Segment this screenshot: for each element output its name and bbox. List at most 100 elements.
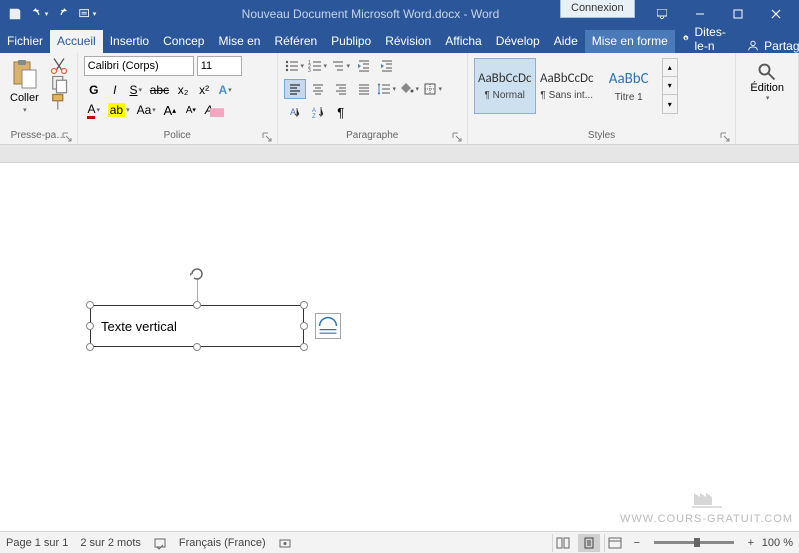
zoom-out-button[interactable]: − xyxy=(630,537,644,549)
font-color-button[interactable]: A▾ xyxy=(84,100,104,120)
subscript-button[interactable]: x₂ xyxy=(173,80,193,100)
resize-handle-br[interactable] xyxy=(300,343,308,351)
document-area[interactable]: Texte vertical xyxy=(0,163,799,531)
zoom-slider[interactable] xyxy=(654,541,734,544)
ribbon-tabs: Fichier Accueil Insertio Concep Mise en … xyxy=(0,28,799,53)
textbox-shape[interactable]: Texte vertical xyxy=(90,305,304,347)
tell-me-search[interactable]: Dites-le-n xyxy=(675,25,736,53)
paragraph-launcher[interactable] xyxy=(452,129,464,141)
justify-button[interactable] xyxy=(353,79,375,99)
increase-indent-button[interactable] xyxy=(376,56,398,76)
align-center-button[interactable] xyxy=(307,79,329,99)
decrease-indent-button[interactable] xyxy=(353,56,375,76)
view-print-icon[interactable] xyxy=(578,534,600,552)
format-painter-icon[interactable] xyxy=(49,94,69,110)
sort-button[interactable]: AZ xyxy=(307,102,329,122)
tab-developpeur[interactable]: Dévelop xyxy=(489,30,547,53)
shading-button[interactable]: ▾ xyxy=(399,79,421,99)
save-icon[interactable] xyxy=(4,3,26,25)
spellcheck-icon[interactable] xyxy=(153,536,167,550)
font-name-input[interactable] xyxy=(84,56,194,76)
status-words[interactable]: 2 sur 2 mots xyxy=(80,537,141,549)
resize-handle-tm[interactable] xyxy=(193,301,201,309)
resize-handle-tl[interactable] xyxy=(86,301,94,309)
zoom-level[interactable]: 100 % xyxy=(762,537,793,549)
italic-button[interactable]: I xyxy=(105,80,125,100)
font-size-input[interactable] xyxy=(197,56,242,76)
bold-button[interactable]: G xyxy=(84,80,104,100)
qat-customize-icon[interactable]: ▾ xyxy=(76,3,98,25)
tab-revision[interactable]: Révision xyxy=(378,30,438,53)
bullets-button[interactable]: ▾ xyxy=(284,56,306,76)
group-edition: Édition ▾ xyxy=(736,53,799,144)
tab-affichage[interactable]: Afficha xyxy=(438,30,488,53)
layout-options-icon[interactable] xyxy=(315,313,341,339)
tab-accueil[interactable]: Accueil xyxy=(50,30,103,53)
minimize-icon[interactable] xyxy=(681,0,719,28)
cut-icon[interactable] xyxy=(49,58,69,74)
align-right-button[interactable] xyxy=(330,79,352,99)
group-styles: AaBbCcDc ¶ Normal AaBbCcDc ¶ Sans int...… xyxy=(468,53,737,144)
tab-insertion[interactable]: Insertio xyxy=(103,30,156,53)
resize-handle-tr[interactable] xyxy=(300,301,308,309)
status-language[interactable]: Français (France) xyxy=(179,537,266,549)
style-sans-interligne[interactable]: AaBbCcDc ¶ Sans int... xyxy=(536,58,598,114)
zoom-in-button[interactable]: + xyxy=(744,537,758,549)
tab-publipostage[interactable]: Publipo xyxy=(324,30,378,53)
textbox-content[interactable]: Texte vertical xyxy=(101,319,177,334)
redo-icon[interactable] xyxy=(52,3,74,25)
ribbon-options-icon[interactable] xyxy=(643,0,681,28)
undo-icon[interactable]: ▾ xyxy=(28,3,50,25)
resize-handle-mr[interactable] xyxy=(300,322,308,330)
resize-handle-bl[interactable] xyxy=(86,343,94,351)
show-marks-button[interactable]: ¶ xyxy=(330,102,352,122)
tab-conception[interactable]: Concep xyxy=(156,30,211,53)
tab-fichier[interactable]: Fichier xyxy=(0,30,50,53)
edition-label: Édition xyxy=(750,82,784,94)
paste-button[interactable]: Coller ▾ xyxy=(6,56,43,128)
styles-down-icon[interactable]: ▾ xyxy=(663,77,677,95)
change-case-button[interactable]: Aa▾ xyxy=(134,100,159,120)
signin-button[interactable]: Connexion xyxy=(560,0,635,18)
zoom-slider-thumb[interactable] xyxy=(694,538,700,547)
style-titre1[interactable]: AaBbC Titre 1 xyxy=(598,58,660,114)
font-launcher[interactable] xyxy=(262,129,274,141)
clipboard-launcher[interactable] xyxy=(62,129,74,141)
maximize-icon[interactable] xyxy=(719,0,757,28)
line-spacing-button[interactable]: ▾ xyxy=(376,79,398,99)
macro-record-icon[interactable] xyxy=(278,536,292,550)
share-button[interactable]: Partager xyxy=(736,39,799,53)
share-label: Partager xyxy=(764,39,799,53)
underline-button[interactable]: S▾ xyxy=(126,80,146,100)
borders-button[interactable]: ▾ xyxy=(422,79,444,99)
clear-format-button[interactable]: A xyxy=(202,100,227,120)
status-page[interactable]: Page 1 sur 1 xyxy=(6,537,68,549)
view-web-icon[interactable] xyxy=(604,534,626,552)
styles-expand-icon[interactable]: ▾ xyxy=(663,95,677,113)
resize-handle-ml[interactable] xyxy=(86,322,94,330)
tab-references[interactable]: Référen xyxy=(267,30,324,53)
styles-launcher[interactable] xyxy=(720,129,732,141)
numbering-button[interactable]: 123▾ xyxy=(307,56,329,76)
edition-button[interactable]: Édition ▾ xyxy=(742,56,792,144)
superscript-button[interactable]: x² xyxy=(194,80,214,100)
rotate-handle-icon[interactable] xyxy=(189,266,205,282)
tab-mise-en-forme[interactable]: Mise en forme xyxy=(585,30,675,53)
status-bar: Page 1 sur 1 2 sur 2 mots Français (Fran… xyxy=(0,531,799,553)
resize-handle-bm[interactable] xyxy=(193,343,201,351)
align-left-button[interactable] xyxy=(284,79,306,99)
styles-up-icon[interactable]: ▴ xyxy=(663,59,677,77)
shrink-font-button[interactable]: A▾ xyxy=(181,100,201,120)
multilevel-button[interactable]: ▾ xyxy=(330,56,352,76)
view-read-icon[interactable] xyxy=(552,534,574,552)
text-effects-button[interactable]: A▾ xyxy=(215,80,235,100)
close-icon[interactable] xyxy=(757,0,795,28)
grow-font-button[interactable]: A▴ xyxy=(160,100,180,120)
highlight-button[interactable]: ab▾ xyxy=(105,100,133,120)
copy-icon[interactable] xyxy=(49,76,69,92)
strikethrough-button[interactable]: abc xyxy=(147,80,172,100)
tab-aide[interactable]: Aide xyxy=(547,30,585,53)
text-direction-button[interactable]: A xyxy=(284,102,306,122)
style-normal[interactable]: AaBbCcDc ¶ Normal xyxy=(474,58,536,114)
tab-mise-en-page[interactable]: Mise en xyxy=(211,30,267,53)
